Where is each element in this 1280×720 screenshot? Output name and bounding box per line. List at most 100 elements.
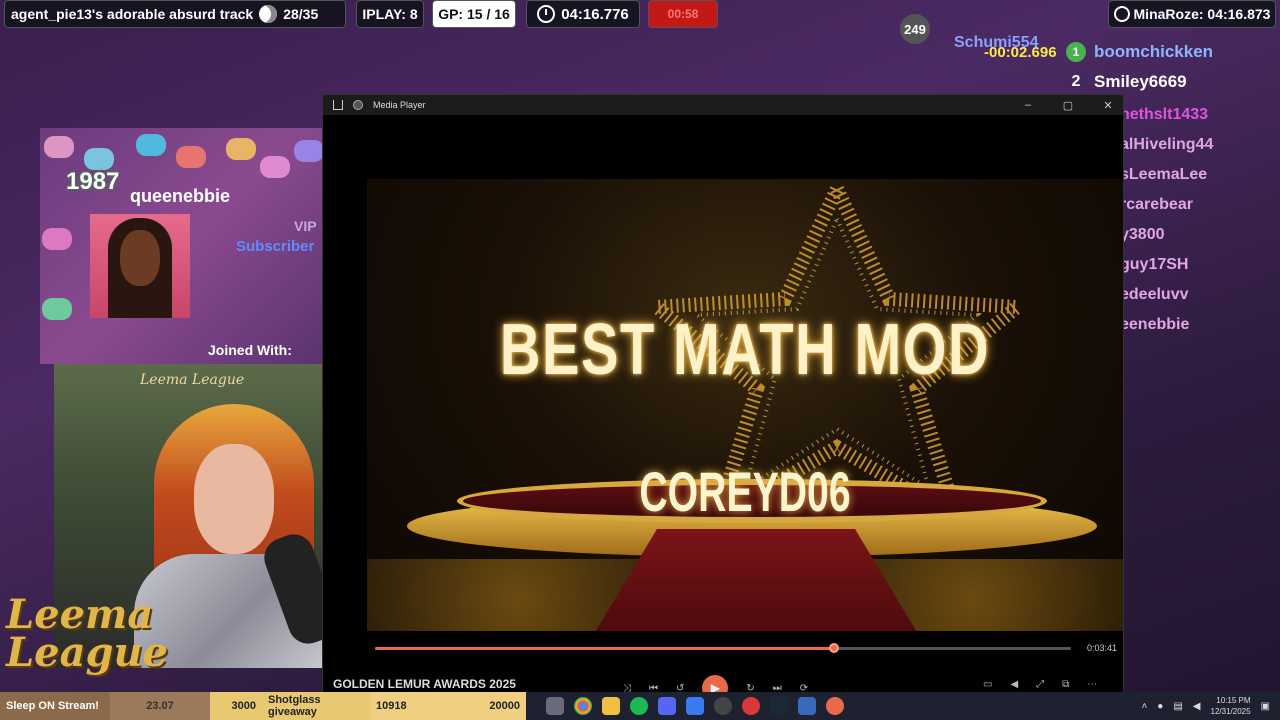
- popsicle-icon: [42, 298, 72, 320]
- minimize-button[interactable]: –: [1013, 99, 1043, 111]
- app-icon[interactable]: [686, 697, 704, 715]
- popsicle-icon: [294, 140, 322, 162]
- popsicle-icon: [84, 148, 114, 170]
- vip-badge: VIP: [294, 218, 317, 234]
- chevron-up-icon[interactable]: ˄: [1141, 701, 1147, 712]
- streamer-face: [194, 444, 274, 554]
- leaderboard-row: rcarebear: [1120, 196, 1193, 213]
- clock-icon: [537, 5, 556, 23]
- media-player-icon: [353, 100, 363, 110]
- ticker-item: 20000: [436, 692, 526, 720]
- ticker-item: Sleep ON Stream!: [0, 692, 110, 720]
- cast-icon[interactable]: ⤢: [1036, 679, 1044, 690]
- leema-league-logo: Leema League: [6, 595, 168, 676]
- rank-second: 2 Smiley6669: [1066, 69, 1276, 95]
- race-timer: 04:16.776: [526, 0, 640, 28]
- popsicle-icon: [44, 136, 74, 158]
- rank-badge: 1: [1066, 42, 1086, 62]
- clock-date: 12/31/2025: [1210, 707, 1251, 716]
- more-icon[interactable]: ⋯: [1087, 679, 1097, 690]
- avatar: [90, 214, 190, 318]
- record-icon[interactable]: [742, 697, 760, 715]
- media-player-window[interactable]: Media Player – ▢ ✕ BEST MATH MOD COREYD0…: [322, 94, 1124, 701]
- maximize-button[interactable]: ▢: [1053, 99, 1083, 112]
- spotify-icon[interactable]: [630, 697, 648, 715]
- folder-icon[interactable]: [602, 697, 620, 715]
- ghost-time: -00:02.696: [984, 44, 1057, 61]
- app-icon[interactable]: [798, 697, 816, 715]
- video-frame[interactable]: BEST MATH MOD COREYD06: [367, 179, 1123, 631]
- discord-icon[interactable]: [658, 697, 676, 715]
- notification-icon[interactable]: ▣: [1261, 701, 1270, 712]
- leaderboard-row: eenebbie: [1120, 316, 1190, 333]
- subtitles-icon[interactable]: ▭: [983, 679, 992, 690]
- volume-icon[interactable]: ◀: [1010, 679, 1018, 690]
- joined-with-label: Joined With:: [208, 342, 292, 358]
- world-record: MinaRoze: 04:16.873: [1108, 0, 1276, 28]
- player-options: ▭ ◀ ⤢ ⧉ ⋯: [983, 679, 1097, 690]
- video-title: BEST MATH MOD: [499, 310, 991, 390]
- mic-icon[interactable]: ●: [1157, 701, 1163, 712]
- leaderboard-row: alHiveling44: [1120, 136, 1214, 153]
- seek-bar-knob[interactable]: [829, 643, 840, 653]
- iplay-counter: IPLAY: 8: [356, 0, 424, 28]
- sub-months: 1987: [66, 168, 120, 195]
- clock-time: 10:15 PM: [1216, 696, 1251, 705]
- avatar-face: [120, 230, 160, 286]
- logo-line-2: League: [6, 629, 168, 676]
- leaderboard-row: y3800: [1120, 226, 1165, 243]
- subscriber-card: 1987 queenebbie VIP Subscriber Joined Wi…: [40, 128, 322, 364]
- track-info: agent_pie13's adorable absurd track 28/3…: [4, 0, 346, 28]
- rank-number: 2: [1071, 73, 1081, 90]
- leaderboard-row: sLeemaLee: [1120, 166, 1208, 183]
- globe-icon: [1113, 6, 1130, 22]
- tool-app-icon[interactable]: [546, 697, 564, 715]
- speaker-icon[interactable]: ◀: [1193, 701, 1201, 712]
- steam-icon[interactable]: [770, 697, 788, 715]
- obs-icon[interactable]: [714, 697, 732, 715]
- sub-username: queenebbie: [130, 186, 231, 206]
- seek-bar[interactable]: [375, 643, 1071, 653]
- popsicle-icon: [176, 146, 206, 168]
- ghost-indicator: 249: [900, 14, 930, 44]
- rank-first: 1 boomchickken: [1066, 39, 1276, 65]
- subscriber-label: Subscriber: [236, 238, 315, 255]
- leaderboard-row: nethslt1433: [1120, 106, 1209, 123]
- leaderboard-row: guy17SH: [1120, 256, 1189, 273]
- gp-counter: GP: 15 / 16: [432, 0, 516, 28]
- media-player-icon[interactable]: [826, 697, 844, 715]
- rank-second-name: Smiley6669: [1094, 72, 1187, 91]
- taskbar-apps: [546, 697, 844, 715]
- network-icon[interactable]: ▤: [1173, 701, 1182, 712]
- race-timer-value: 04:16.776: [561, 5, 629, 23]
- miniplayer-icon[interactable]: ⧉: [1062, 679, 1069, 690]
- popsicle-icon: [42, 228, 72, 250]
- ticker-item: 23.07: [110, 692, 210, 720]
- taskbar: Sleep ON Stream! 23.07 3000 Shotglass gi…: [0, 692, 1280, 720]
- ticker-item: Shotglass giveaway: [262, 692, 370, 720]
- title-bar[interactable]: Media Player – ▢ ✕: [323, 95, 1123, 115]
- home-icon[interactable]: [333, 100, 343, 110]
- system-clock[interactable]: 10:15 PM 12/31/2025: [1211, 695, 1251, 717]
- media-title: GOLDEN LEMUR AWARDS 2025: [333, 677, 516, 691]
- system-tray: ˄ ● ▤ ◀ 10:15 PM 12/31/2025 ▣: [1141, 692, 1270, 720]
- leaderboard: nethslt1433 alHiveling44 sLeemaLee rcare…: [1120, 100, 1280, 340]
- close-button[interactable]: ✕: [1093, 99, 1123, 112]
- goal-ticker: Sleep ON Stream! 23.07 3000 Shotglass gi…: [0, 692, 526, 720]
- track-name: agent_pie13's adorable absurd track: [11, 6, 254, 22]
- seek-bar-fill: [375, 647, 835, 650]
- total-time: 0:03:41: [1087, 643, 1118, 653]
- rank-first-name: boomchickken: [1094, 42, 1214, 61]
- leaderboard-row: edeeluvv: [1120, 286, 1189, 303]
- popsicle-icon: [136, 134, 166, 156]
- popsicle-icon: [260, 156, 290, 178]
- window-title: Media Player: [373, 100, 426, 110]
- ticker-item: 10918: [370, 692, 436, 720]
- ticker-item: 3000: [210, 692, 262, 720]
- progress-moon-icon: [259, 5, 278, 23]
- video-subtitle: COREYD06: [639, 460, 851, 523]
- chrome-icon[interactable]: [574, 697, 592, 715]
- world-record-value: MinaRoze: 04:16.873: [1133, 6, 1271, 22]
- neon-sign: Leema League: [140, 372, 245, 388]
- red-timer: 00:58: [648, 0, 718, 28]
